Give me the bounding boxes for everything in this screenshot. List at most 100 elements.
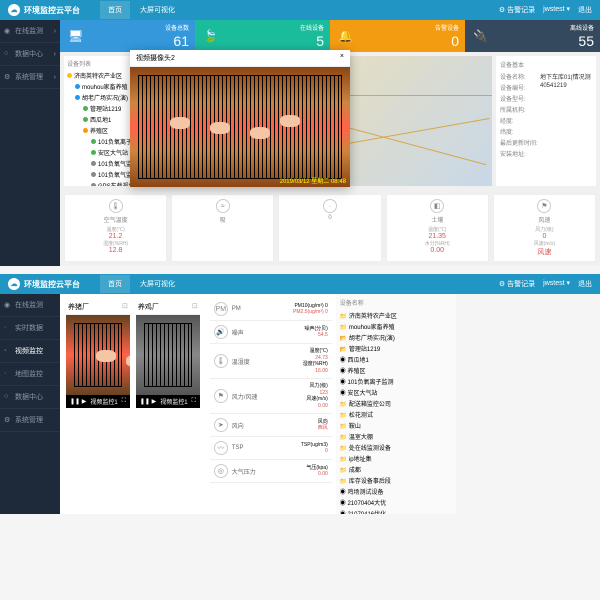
menu-icon: ○ xyxy=(4,393,12,401)
sidebar-item[interactable]: ○数据中心› xyxy=(0,43,60,66)
logout-link[interactable]: 退出 xyxy=(578,279,592,289)
tree-node[interactable]: ◉ 21070416优化 xyxy=(340,508,452,514)
play-pause-icon[interactable]: ❚❚ ▶ xyxy=(70,398,86,405)
metric-card: ◧土壤温度(℃)21.35水分(%RH)0.00 xyxy=(386,194,489,262)
video-title: 养鸡厂⊡ xyxy=(136,300,200,315)
top-bar: ☁ 环境监控云平台 首页 大屏可视化 ⚙ 告警记录 jwstest ▾ 退出 xyxy=(0,0,600,20)
fullscreen-icon[interactable]: ⛶ xyxy=(192,398,196,405)
maximize-icon[interactable]: ⊡ xyxy=(122,302,128,310)
stat-icon: 🔔 xyxy=(338,29,353,43)
sidebar-item[interactable]: ·实时数据 xyxy=(0,317,60,340)
info-row: 最后更新时间: xyxy=(500,137,592,148)
info-row: 纬度: xyxy=(500,126,592,137)
menu-icon: ◉ xyxy=(4,27,12,35)
metric-row: PMPMPM10(ug/m³) 0PM2.5(ug/m³) 0 xyxy=(210,298,332,321)
sidebar-item[interactable]: ⚙系统管理 xyxy=(0,409,60,432)
metric-icon: PM xyxy=(214,302,228,316)
close-icon[interactable]: × xyxy=(340,53,344,63)
nav-home[interactable]: 首页 xyxy=(100,275,130,293)
sidebar-item[interactable]: ·地图监控 xyxy=(0,363,60,386)
tree-node[interactable]: ◉ 西瓜地1 xyxy=(340,354,452,365)
metric-icon: ➤ xyxy=(214,418,228,432)
tree-node[interactable]: ◉ 安区大气站 xyxy=(340,387,452,398)
metric-icon: 🌡 xyxy=(214,354,228,368)
tree-node[interactable]: 📁 配送箱监控公司 xyxy=(340,398,452,409)
modal-video[interactable]: 2019/03/12 星期二 08:48 xyxy=(130,67,350,187)
tree-node[interactable]: 📁 库存设备事后段 xyxy=(340,475,452,486)
menu-icon: ○ xyxy=(4,50,12,58)
tree-node[interactable]: 📁 成都 xyxy=(340,464,452,475)
video-controls: ❚❚ ▶视频监控1⛶ xyxy=(66,395,130,408)
alarm-link[interactable]: ⚙ 告警记录 xyxy=(499,5,535,15)
stat-card: 🍃在线设备5 xyxy=(195,20,330,52)
tree-node[interactable]: 📁 松花测试 xyxy=(340,409,452,420)
app-title: 环境监控云平台 xyxy=(24,279,80,290)
logout-link[interactable]: 退出 xyxy=(578,5,592,15)
tree-node[interactable]: 📁 ip地址集 xyxy=(340,453,452,464)
stat-card: 🖥设备总数61 xyxy=(60,20,195,52)
status-dot-icon xyxy=(75,95,80,100)
tree-node[interactable]: 📁 处在线监测设备 xyxy=(340,442,452,453)
metric-icon: ◎ xyxy=(214,464,228,478)
tree-node[interactable]: 📁 鞍山 xyxy=(340,420,452,431)
user-menu[interactable]: jwstest ▾ xyxy=(543,5,570,15)
info-row: 所属机构: xyxy=(500,104,592,115)
sidebar-2: ◉在线监测·实时数据·视频监控·地图监控○数据中心⚙系统管理 xyxy=(0,294,60,514)
sidebar-item[interactable]: ·视频监控 xyxy=(0,340,60,363)
metric-card: 🌡空气温度温度(℃)21.2湿度(%RH)12.8 xyxy=(64,194,167,262)
stat-card: 🔔告警设备0 xyxy=(330,20,465,52)
tree-node[interactable]: 📂 胡老广场实况(演) xyxy=(340,332,452,343)
user-menu[interactable]: jwstest ▾ xyxy=(543,279,570,289)
modal-title: 视频摄像头2 xyxy=(136,53,175,63)
sidebar-item[interactable]: ○数据中心 xyxy=(0,386,60,409)
menu-icon: ⚙ xyxy=(4,73,12,81)
status-dot-icon xyxy=(67,73,72,78)
metric-icon: ≈ xyxy=(216,199,230,213)
metric-icon: · xyxy=(323,199,337,213)
tree-node[interactable]: ◉ 101负氧离子监测 xyxy=(340,376,452,387)
stats-row: 🖥设备总数61🍃在线设备5🔔告警设备0🔌离线设备55 xyxy=(60,20,600,52)
sidebar-item[interactable]: ◉在线监测 xyxy=(0,294,60,317)
metric-icon: ◧ xyxy=(430,199,444,213)
status-dot-icon xyxy=(83,106,88,111)
metric-row: ➤风向风向西风 xyxy=(210,414,332,437)
video-area: 养猪厂⊡❚❚ ▶视频监控1⛶养鸡厂⊡❚❚ ▶视频监控1⛶ xyxy=(60,294,206,514)
video-feed[interactable] xyxy=(136,315,200,395)
tree-node[interactable]: ◉ 21070404大优 xyxy=(340,497,452,508)
menu-icon: ⚙ xyxy=(4,416,12,424)
menu-icon: · xyxy=(4,347,12,355)
video-box: 养鸡厂⊡❚❚ ▶视频监控1⛶ xyxy=(136,300,200,408)
sidebar: ◉在线监测›○数据中心›⚙系统管理› xyxy=(0,20,60,266)
metrics-row: 🌡空气温度温度(℃)21.2湿度(%RH)12.8≈吸·0◧土壤温度(℃)21.… xyxy=(60,190,600,266)
metric-row: 🌡温湿度温度(℃)24.73湿度(%RH)16.00 xyxy=(210,344,332,379)
tree-node[interactable]: ◉ 养殖区 xyxy=(340,365,452,376)
sidebar-item[interactable]: ◉在线监测› xyxy=(0,20,60,43)
alarm-link[interactable]: ⚙ 告警记录 xyxy=(499,279,535,289)
metric-icon: 🔊 xyxy=(214,325,228,339)
tree-node[interactable]: 📁 温室大棚 xyxy=(340,431,452,442)
chevron-icon: › xyxy=(54,28,56,35)
nav-home[interactable]: 首页 xyxy=(100,1,130,19)
tree-node[interactable]: 📂 管理站1219 xyxy=(340,343,452,354)
nav-tabs: 首页 大屏可视化 xyxy=(100,1,183,19)
tree-node[interactable]: ◉ 鸡场测试设备 xyxy=(340,486,452,497)
info-row: 安装地址: xyxy=(500,148,592,159)
menu-icon: ◉ xyxy=(4,301,12,309)
play-pause-icon[interactable]: ❚❚ ▶ xyxy=(140,398,156,405)
tree-node[interactable]: 📁 mouhou家畜养殖 xyxy=(340,321,452,332)
nav-dashboard[interactable]: 大屏可视化 xyxy=(132,275,183,293)
chevron-icon: › xyxy=(54,51,56,58)
nav-dashboard[interactable]: 大屏可视化 xyxy=(132,1,183,19)
metric-row: ⚑风力/风速风力(级)123风速(m/s)0.00 xyxy=(210,379,332,414)
tree-node[interactable]: 📁 济南英特农产业区 xyxy=(340,310,452,321)
stat-card: 🔌离线设备55 xyxy=(465,20,600,52)
cloud-icon: ☁ xyxy=(8,4,20,16)
maximize-icon[interactable]: ⊡ xyxy=(192,302,198,310)
fullscreen-icon[interactable]: ⛶ xyxy=(122,398,126,405)
metric-icon: 🌡 xyxy=(109,199,123,213)
video-feed[interactable] xyxy=(66,315,130,395)
status-dot-icon xyxy=(83,117,88,122)
device-tree-2: 设备名称 📁 济南英特农产业区📁 mouhou家畜养殖📂 胡老广场实况(演)📂 … xyxy=(336,294,456,514)
stat-icon: 🖥 xyxy=(68,29,83,43)
sidebar-item[interactable]: ⚙系统管理› xyxy=(0,66,60,89)
